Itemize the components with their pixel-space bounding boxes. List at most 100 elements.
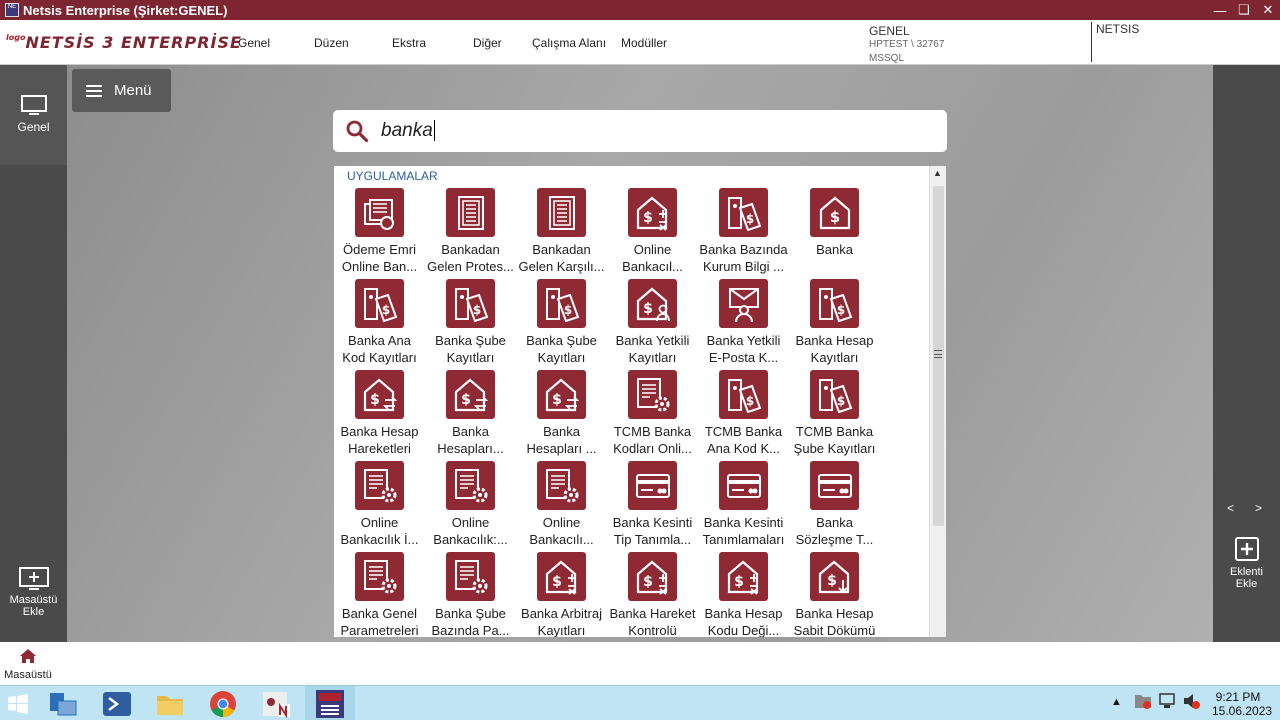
app-tile[interactable]: Banka Kesinti Tanımlamaları [698,461,789,548]
prev-button[interactable]: < [1227,501,1234,515]
house-dollar-down-icon: $ [810,552,859,601]
hamburger-icon [86,84,102,97]
menu-button[interactable]: Menü [72,69,171,112]
app-tile[interactable]: $ TCMB Banka Şube Kayıtları [789,370,880,457]
app-tile[interactable]: $ TCMB Banka Ana Kod K... [698,370,789,457]
taskbar-app-file-manager[interactable] [38,686,88,720]
document-gear-icon [628,370,677,419]
start-button[interactable] [0,686,43,720]
house-dollar-calc-icon: $ [537,552,586,601]
app-tile[interactable]: Ödeme Emri Online Ban... [334,188,425,275]
app-tile[interactable]: $ Banka Hesap Hareketleri [334,370,425,457]
app-tile[interactable]: Online Bankacılı... [516,461,607,548]
app-tile[interactable]: Bankadan Gelen Protes... [425,188,516,275]
app-tile-label: Bankadan Gelen Karşılı... [518,242,605,274]
company-info: GENEL HPTEST \ 32767 MSSQL [869,24,944,66]
grip-icon [934,350,942,358]
netsis-logo: logoNETSİS 3 ENTERPRİSE [6,33,242,52]
app-tile-label: Banka [816,242,853,257]
app-tile[interactable]: $ Banka Hareket Kontrolü [607,552,698,637]
app-tile[interactable]: $ Banka Hesapları... [425,370,516,457]
taskbar-app-chrome[interactable] [198,686,248,720]
app-tile[interactable]: $ Banka Bazında Kurum Bilgi ... [698,188,789,275]
app-tile[interactable]: Banka Sözleşme T... [789,461,880,548]
app-tile-label: Online Bankacılık İ... [340,515,419,547]
app-tile[interactable]: $ Banka Şube Kayıtları [516,279,607,366]
app-tile[interactable]: Bankadan Gelen Karşılı... [516,188,607,275]
app-tile-label: TCMB Banka Kodları Onli... [613,424,692,456]
restore-icon[interactable]: ❏ [1232,0,1256,20]
menu-genel[interactable]: Genel [238,36,270,50]
tray-volume-icon[interactable] [1182,692,1200,713]
divider [1091,22,1092,62]
app-tile[interactable]: $ Banka Arbitraj Kayıtları [516,552,607,637]
menu-bar: logoNETSİS 3 ENTERPRİSE Genel Düzen Ekst… [0,20,1280,65]
app-tile[interactable]: $ Banka Şube Kayıtları [425,279,516,366]
svg-text:$: $ [381,303,389,317]
tray-expand-icon[interactable]: ▲ [1111,696,1122,708]
svg-text:$: $ [643,301,653,317]
menu-calisma-alani[interactable]: Çalışma Alanı [532,36,606,50]
menu-diger[interactable]: Diğer [473,36,502,50]
app-tile[interactable]: TCMB Banka Kodları Onli... [607,370,698,457]
menu-label: Menü [114,82,152,99]
taskbar-app-powershell[interactable] [92,686,142,720]
search-icon [346,120,369,143]
app-tile[interactable]: Banka Yetkili E-Posta K... [698,279,789,366]
binder-dollar-icon: $ [719,188,768,237]
taskbar-app-netsis-enterprise[interactable] [305,686,355,720]
menu-duzen[interactable]: Düzen [314,36,349,50]
app-tile[interactable]: Online Bankacılık:... [425,461,516,548]
clock[interactable]: 9:21 PM 15.06.2023 [1212,690,1272,718]
company-name: GENEL [869,24,910,38]
app-tile-label: Banka Hesapları ... [526,424,597,456]
scrollbar[interactable]: ▲ [929,166,946,637]
menu-ekstra[interactable]: Ekstra [392,36,426,50]
house-dollar-arrows-icon: $ [537,370,586,419]
app-tile-label: Banka Şube Bazında Pa... [431,606,510,637]
document-gear-icon [355,552,404,601]
app-tile-label: Banka Bazında Kurum Bilgi ... [699,242,788,274]
left-sidebar: Genel Masaüstü Ekle [0,65,67,642]
desktop-add-button[interactable]: Masaüstü Ekle [0,567,67,618]
app-tile[interactable]: $ Banka Ana Kod Kayıtları [334,279,425,366]
monitor-icon [20,95,47,115]
app-tile[interactable]: Banka Şube Bazında Pa... [425,552,516,637]
app-tile-label: Banka Kesinti Tanımlamaları [702,515,785,547]
next-button[interactable]: > [1255,501,1262,515]
app-tile-label: Banka Hesap Kayıtları [795,333,874,365]
app-tile-label: Banka Hesap Sabit Dökümü [793,606,876,637]
app-tile[interactable]: $ Online Bankacıl... [607,188,698,275]
app-tile-label: Banka Genel Parametreleri [340,606,419,637]
minimize-icon[interactable]: — [1208,0,1232,20]
tray-network-icon[interactable] [1158,692,1176,713]
network-app-icon [263,691,290,718]
menu-moduller[interactable]: Modüller [621,36,667,50]
scroll-up-icon[interactable]: ▲ [933,168,942,178]
svg-text:$: $ [472,303,480,317]
app-tile[interactable]: $ Banka [789,188,880,258]
taskbar-app-netsis-n[interactable] [251,686,301,720]
home-button[interactable]: Masaüstü [2,648,54,681]
app-tile[interactable]: $ Banka Hesap Kayıtları [789,279,880,366]
app-tile[interactable]: Banka Kesinti Tip Tanımla... [607,461,698,548]
search-input[interactable]: banka [381,120,435,142]
app-tile[interactable]: Banka Genel Parametreleri [334,552,425,637]
close-icon[interactable]: ✕ [1256,0,1280,20]
db-type: MSSQL [869,53,905,64]
app-tile[interactable]: $ Banka Hesap Kodu Deği... [698,552,789,637]
app-tile[interactable]: Online Bankacılık İ... [334,461,425,548]
app-tile-label: Banka Hareket Kontrolü [609,606,696,637]
title-bar: NE Netsis Enterprise (Şirket:GENEL) — ❏ … [0,0,1280,20]
app-tile-label: Banka Hesapları... [437,424,504,456]
add-plugin-button[interactable]: Eklenti Ekle [1213,537,1280,590]
app-tile[interactable]: $ Banka Hesapları ... [516,370,607,457]
search-box[interactable]: banka [333,110,947,152]
genel-button[interactable]: Genel [0,65,67,165]
taskbar-app-explorer[interactable] [145,686,195,720]
app-tile[interactable]: $ Banka Hesap Sabit Dökümü [789,552,880,637]
clock-time: 9:21 PM [1215,690,1261,704]
tray-folder-icon[interactable] [1134,692,1152,713]
app-tile[interactable]: $ Banka Yetkili Kayıtları [607,279,698,366]
document-gear-icon [537,461,586,510]
